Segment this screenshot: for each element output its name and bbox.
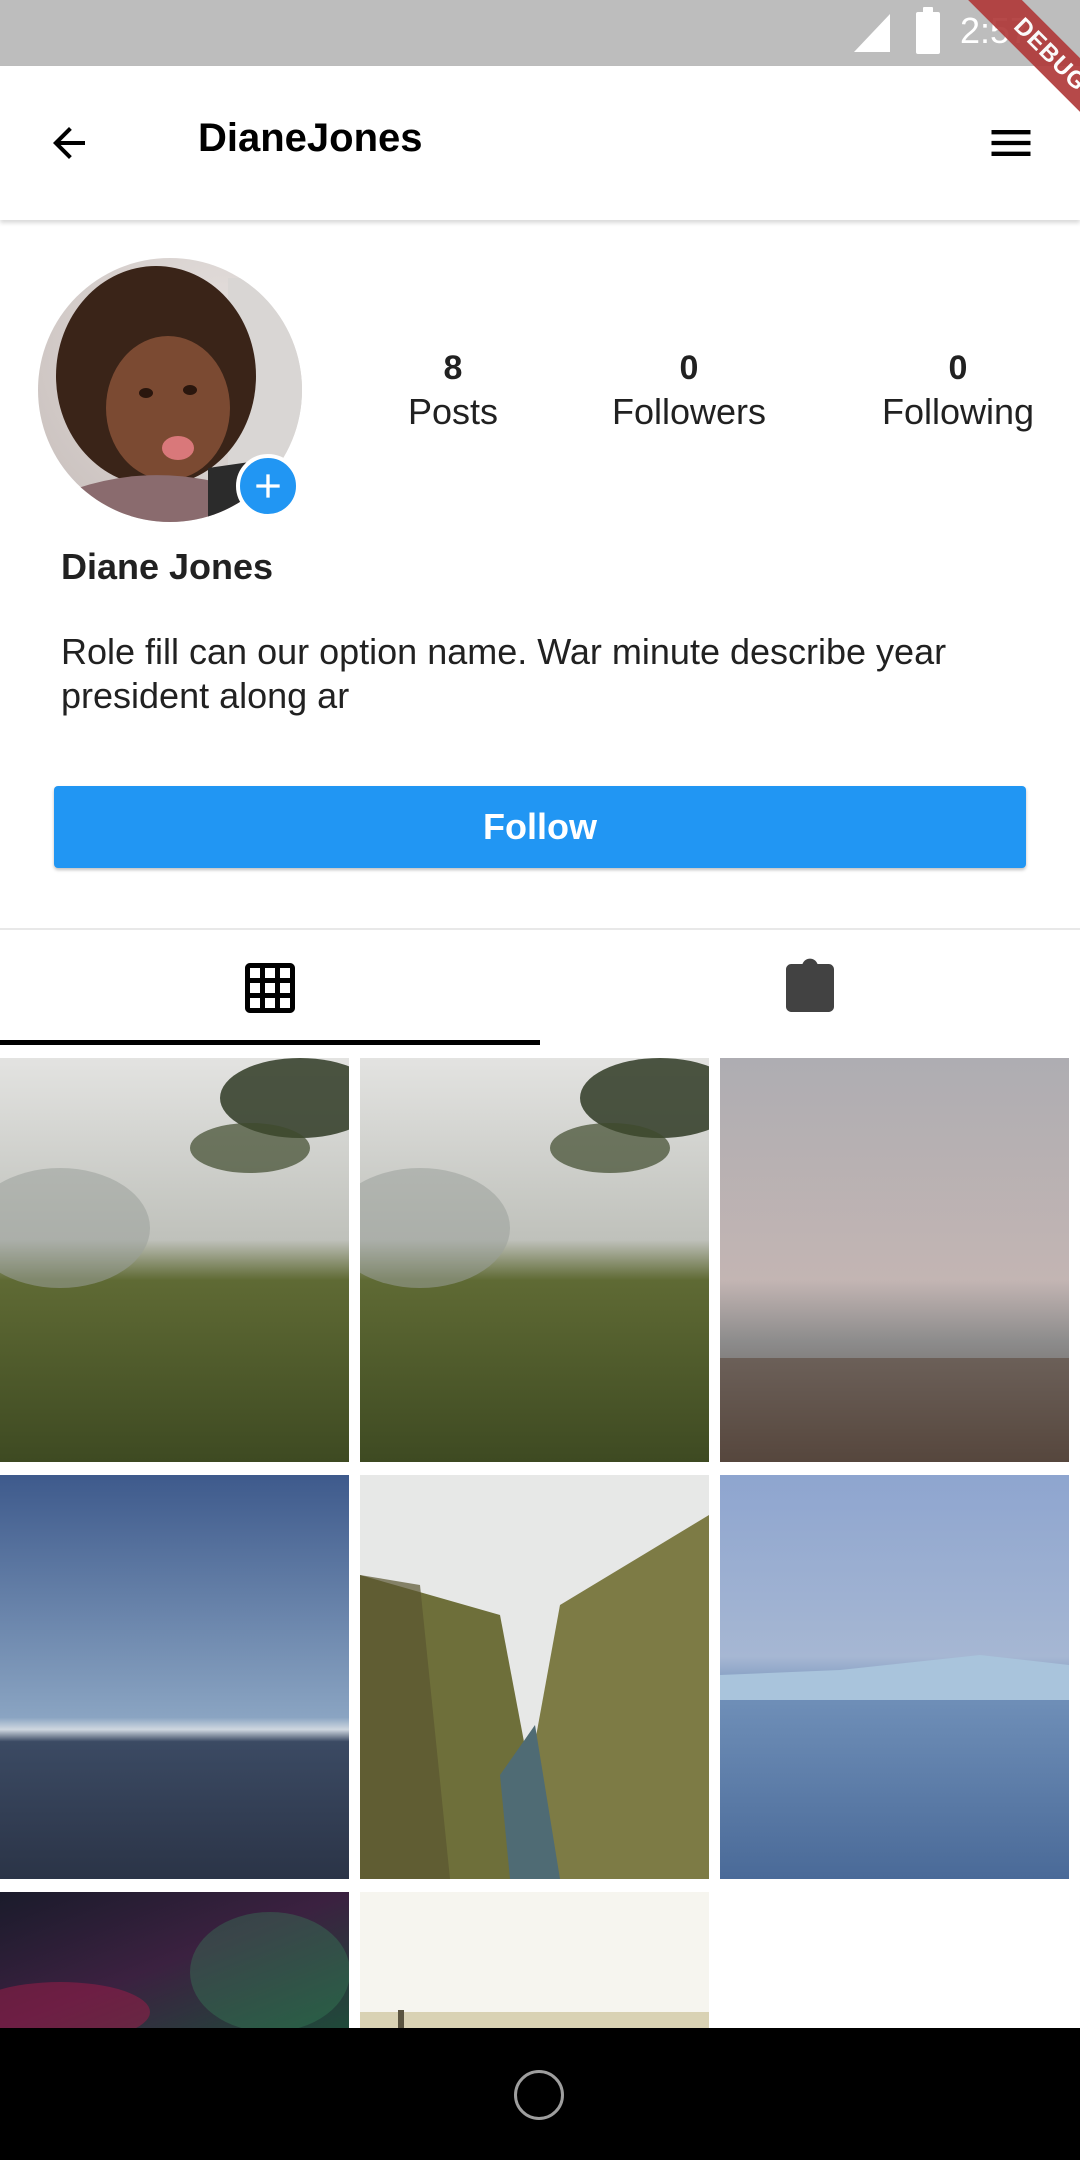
misty-field-image [720, 1058, 1069, 1462]
stat-label: Posts [407, 391, 499, 432]
home-button[interactable] [514, 2070, 564, 2120]
add-story-button[interactable] [236, 454, 300, 518]
back-button[interactable] [38, 112, 100, 174]
signal-icon [854, 14, 890, 52]
stat-posts[interactable]: 8 Posts [353, 346, 553, 434]
post-thumbnail[interactable] [0, 1892, 349, 2028]
tab-posts-list[interactable] [540, 930, 1080, 1046]
tab-indicator [0, 1040, 540, 1045]
ocean-horizon-image [0, 1475, 349, 1879]
glacier-lake-image [720, 1475, 1069, 1879]
stat-value: 8 [443, 349, 463, 387]
tab-grid[interactable] [0, 930, 540, 1046]
post-thumbnail[interactable] [0, 1475, 349, 1879]
page-title: DianeJones [198, 116, 423, 160]
bright-sky-image [360, 1892, 709, 2028]
post-thumbnail[interactable] [720, 1475, 1069, 1879]
post-thumbnail[interactable] [720, 1058, 1069, 1462]
follow-button[interactable]: Follow [54, 786, 1026, 868]
arrow-back-icon [53, 127, 85, 159]
stat-label: Following [881, 391, 1035, 432]
profile-bio: Role fill can our option name. War minut… [61, 631, 947, 716]
post-thumbnail[interactable] [360, 1058, 709, 1462]
post-thumbnail[interactable] [360, 1475, 709, 1879]
aurora-image [0, 1892, 349, 2028]
post-thumbnail[interactable] [0, 1058, 349, 1462]
canyon-image [360, 1475, 709, 1879]
hamburger-menu-icon [991, 130, 1031, 156]
system-nav-bar [0, 2028, 1080, 2160]
profile-name: Diane Jones [61, 546, 274, 587]
battery-icon [916, 7, 940, 54]
foggy-meadow-image [360, 1058, 709, 1462]
grid-icon [245, 963, 295, 1013]
stat-following[interactable]: 0 Following [858, 346, 1058, 434]
stat-label: Followers [611, 391, 767, 432]
foggy-meadow-image [0, 1058, 349, 1462]
clipboard-icon [786, 958, 834, 1012]
stat-value: 0 [679, 349, 699, 387]
stat-value: 0 [948, 349, 968, 387]
menu-button[interactable] [980, 112, 1042, 174]
plus-icon [256, 474, 280, 498]
status-bar: 2:57 [0, 0, 1080, 66]
app-bar: DianeJones [0, 66, 1080, 220]
post-thumbnail[interactable] [360, 1892, 709, 2028]
status-time: 2:57 [960, 10, 1031, 51]
stat-followers[interactable]: 0 Followers [589, 346, 789, 434]
